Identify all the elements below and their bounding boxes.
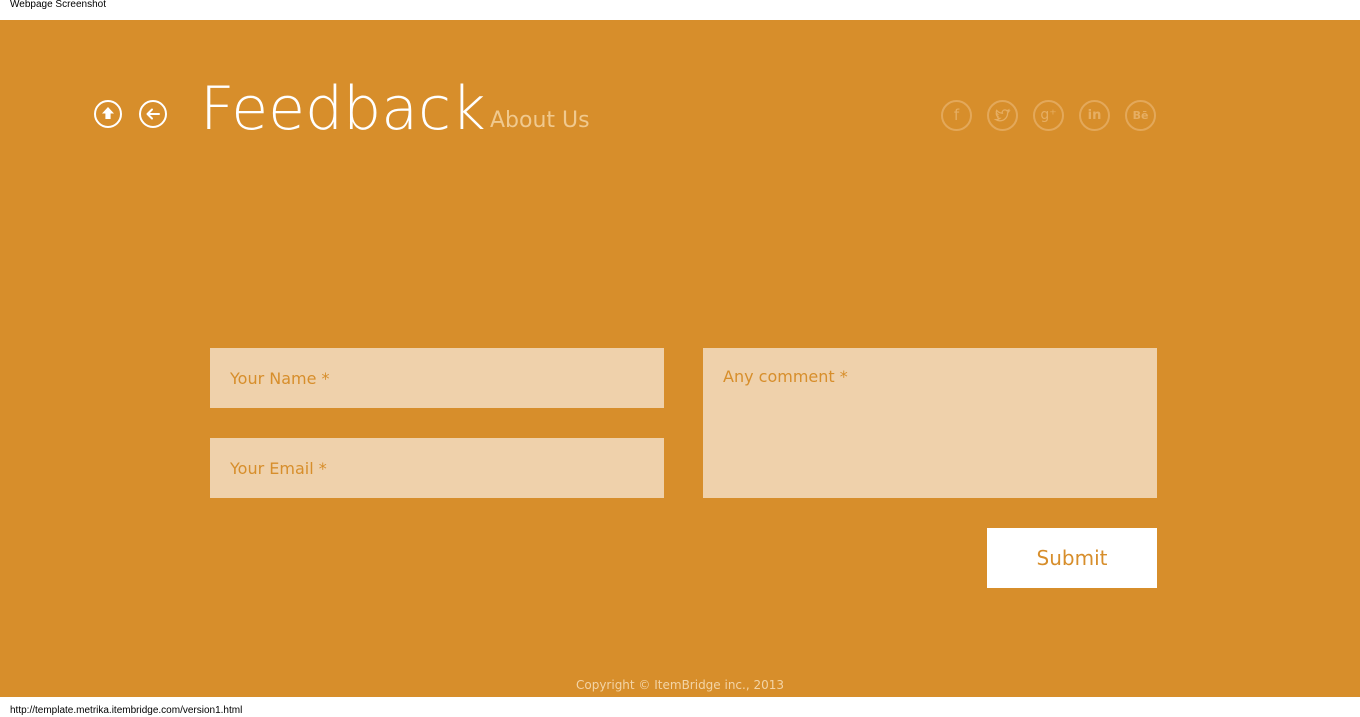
copyright-text: Copyright © ItemBridge inc., 2013 — [575, 678, 785, 692]
status-bar-url: http://template.metrika.itembridge.com/v… — [10, 705, 243, 716]
submit-button[interactable]: Submit — [987, 528, 1157, 588]
linkedin-icon[interactable]: in — [1079, 100, 1110, 131]
facebook-glyph: f — [953, 106, 960, 124]
facebook-icon[interactable]: f — [941, 100, 972, 131]
top-strip: Webpage Screenshot — [0, 0, 1360, 20]
google-plus-icon[interactable]: g⁺ — [1033, 100, 1064, 131]
page-background: Feedback About Us f g⁺ in Bē Submit Copy… — [0, 20, 1360, 697]
behance-icon[interactable]: Bē — [1125, 100, 1156, 131]
about-us-link[interactable]: About Us — [490, 108, 590, 134]
comment-textarea[interactable] — [703, 348, 1157, 498]
up-arrow-icon — [102, 107, 114, 119]
linkedin-glyph: in — [1087, 108, 1102, 123]
twitter-icon[interactable] — [987, 100, 1018, 131]
behance-glyph: Bē — [1132, 109, 1149, 122]
google-plus-glyph: g⁺ — [1040, 107, 1057, 123]
email-input[interactable] — [210, 438, 664, 498]
name-input[interactable] — [210, 348, 664, 408]
twitter-bird-icon — [993, 108, 1011, 122]
back-button[interactable] — [139, 100, 167, 128]
page-title: Feedback — [200, 74, 486, 144]
home-button[interactable] — [94, 100, 122, 128]
screenshot-label: Webpage Screenshot — [10, 0, 106, 10]
back-arrow-icon — [146, 108, 160, 120]
